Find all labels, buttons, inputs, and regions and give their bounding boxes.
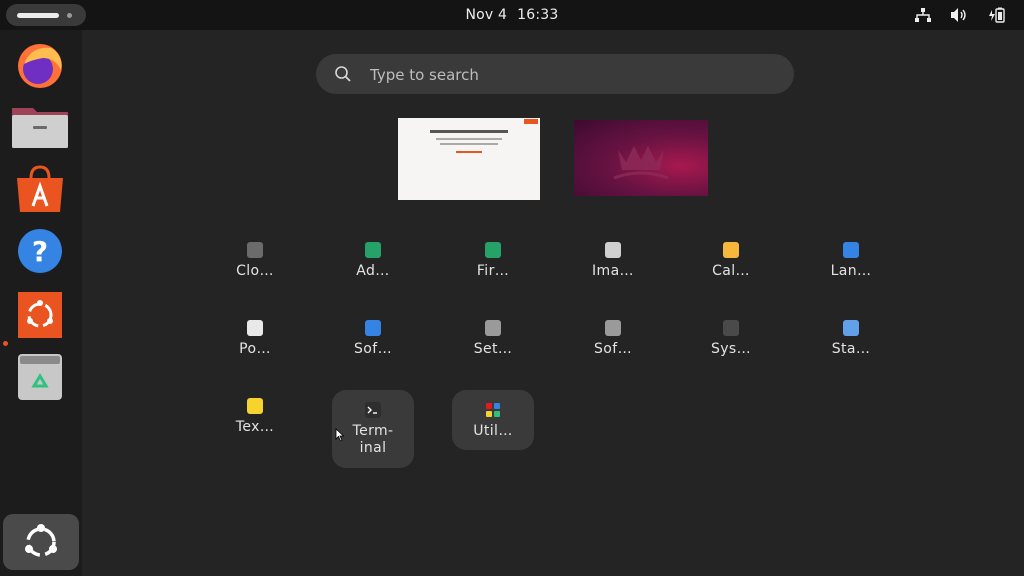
app-tile-label: Ad… xyxy=(356,263,390,279)
settings-icon xyxy=(485,320,501,336)
chip-icon xyxy=(365,242,381,258)
power-stats-icon xyxy=(247,320,263,336)
wallpaper-icon xyxy=(613,146,669,180)
app-tile-label: Util… xyxy=(473,423,513,439)
app-tile[interactable]: Sof… xyxy=(332,316,414,358)
app-tile[interactable]: Cal… xyxy=(690,238,772,280)
app-tile-label: Sof… xyxy=(594,341,632,357)
app-tile[interactable]: Tex… xyxy=(214,394,296,436)
utilities-folder-icon xyxy=(485,402,501,418)
trash-icon[interactable] xyxy=(11,352,69,402)
search-bar[interactable] xyxy=(316,54,794,96)
ubuntu-logo-icon xyxy=(25,524,57,557)
workspace-thumbnail-2[interactable] xyxy=(574,120,708,196)
app-tile[interactable]: Fir… xyxy=(452,238,534,280)
app-tile[interactable]: Sta… xyxy=(810,316,892,358)
workspace-thumbnail-1[interactable] xyxy=(398,118,540,200)
clock-icon xyxy=(247,242,263,258)
system-monitor-icon xyxy=(723,320,739,336)
dock: ? xyxy=(0,30,82,576)
clock-date: Nov 4 xyxy=(465,7,508,23)
installer-window-thumbnail xyxy=(430,119,538,153)
terminal-icon xyxy=(365,402,381,418)
show-apps-button[interactable] xyxy=(3,514,79,570)
svg-text:?: ? xyxy=(32,235,48,268)
text-editor-icon xyxy=(247,398,263,414)
chip-icon xyxy=(485,242,501,258)
top-bar: Nov 4 16:33 xyxy=(0,0,1024,30)
files-icon[interactable] xyxy=(11,102,69,152)
app-tile-label: Sta… xyxy=(831,341,871,357)
clock-time: 16:33 xyxy=(517,7,559,23)
app-tile-label: Fir… xyxy=(476,263,510,279)
help-icon[interactable]: ? xyxy=(11,226,69,276)
app-tile-label: Tex… xyxy=(235,419,275,435)
search-input[interactable] xyxy=(368,54,772,96)
ubuntu-installer-icon[interactable] xyxy=(11,290,69,340)
app-tile[interactable]: Lan… xyxy=(810,238,892,280)
battery-icon[interactable] xyxy=(988,7,1006,23)
app-tile-label: Ima… xyxy=(592,263,634,279)
app-tile-label: Set… xyxy=(473,341,513,357)
app-tile-label: Sof… xyxy=(354,341,392,357)
software-updater-icon xyxy=(605,320,621,336)
calculator-icon xyxy=(723,242,739,258)
app-tile-label: Cal… xyxy=(712,263,750,279)
app-tile[interactable]: Ad… xyxy=(332,238,414,280)
app-tile[interactable]: Po… xyxy=(214,316,296,358)
app-tile-label: Sys… xyxy=(710,341,752,357)
startup-disk-icon xyxy=(843,320,859,336)
app-tile[interactable]: Sof… xyxy=(572,316,654,358)
language-icon xyxy=(843,242,859,258)
app-tile[interactable]: Set… xyxy=(452,316,534,358)
network-icon[interactable] xyxy=(914,7,932,23)
search-icon xyxy=(335,66,351,82)
firefox-icon[interactable] xyxy=(11,40,69,90)
software-icon xyxy=(365,320,381,336)
app-tile-label: Clo… xyxy=(236,263,274,279)
image-viewer-icon xyxy=(605,242,621,258)
app-tile-label: Lan… xyxy=(830,263,872,279)
app-tile[interactable]: Ima… xyxy=(572,238,654,280)
running-indicator xyxy=(3,341,8,346)
clock[interactable]: Nov 4 16:33 xyxy=(0,0,1024,30)
mouse-cursor-icon xyxy=(335,428,345,442)
volume-icon[interactable] xyxy=(950,7,968,23)
app-tile[interactable]: Clo… xyxy=(214,238,296,280)
app-center-icon[interactable] xyxy=(11,164,69,214)
app-tile-label: Po… xyxy=(239,341,271,357)
app-tile[interactable]: Sys… xyxy=(690,316,772,358)
app-tile[interactable]: Util… xyxy=(452,390,534,450)
